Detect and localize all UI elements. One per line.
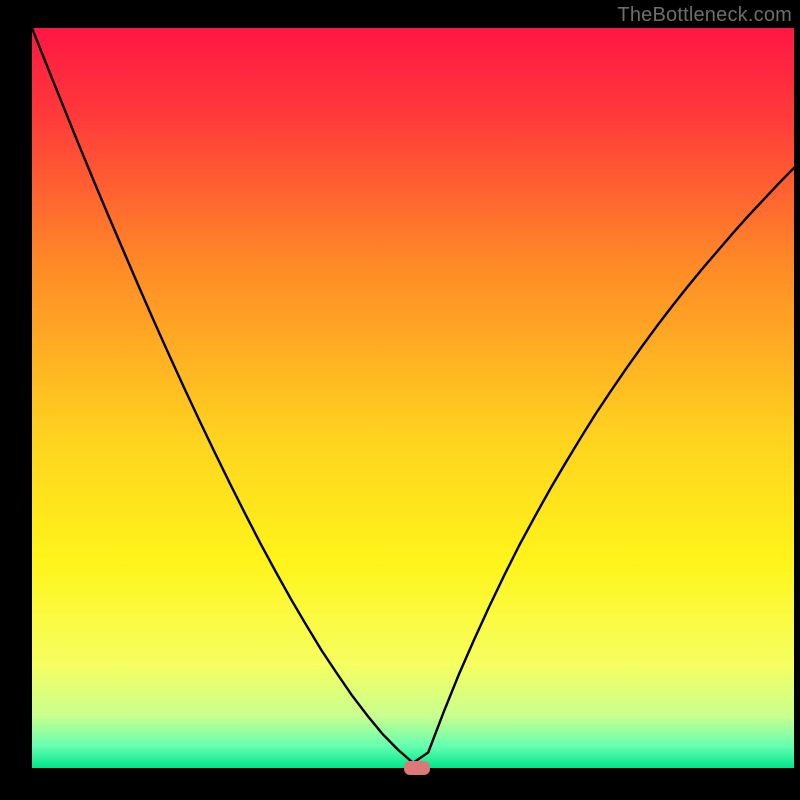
- optimal-point-marker: [404, 761, 430, 775]
- bottleneck-curve: [32, 28, 794, 763]
- curve-layer: [32, 28, 794, 768]
- chart-title: TheBottleneck.com: [617, 4, 792, 27]
- bottleneck-chart: TheBottleneck.com: [0, 0, 800, 800]
- plot-area: [32, 28, 794, 768]
